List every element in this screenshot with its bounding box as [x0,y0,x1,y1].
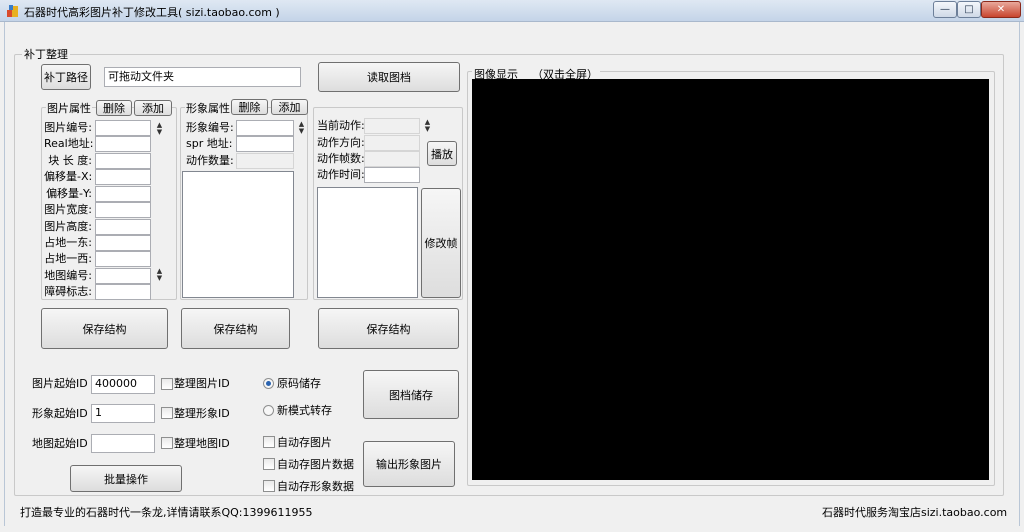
image-start-input[interactable]: 400000 [91,375,155,394]
batch-operation-button[interactable]: 批量操作 [70,465,182,492]
image-id-spinner[interactable]: ▲ ▼ [155,122,164,138]
map-start-input[interactable] [91,434,155,453]
title-bar: 石器时代高彩图片补丁修改工具( sizi.taobao.com ) — □ ✕ [0,0,1024,22]
image-props-label: 图片属性 [46,102,92,116]
image-field-label: 偏移量-X: [44,170,93,183]
edit-frame-button[interactable]: 修改帧 [421,188,461,298]
shape-listbox[interactable] [182,171,294,298]
image-field-input[interactable] [95,186,151,202]
shape-start-label: 形象起始ID [32,407,88,420]
image-field-label: 图片高度: [44,220,92,233]
sort-image-label: 整理图片ID [174,377,230,390]
save-action-struct-button[interactable]: 保存结构 [318,308,459,349]
sort-shape-checkbox[interactable] [161,407,173,419]
shape-add-button[interactable]: 添加 [271,99,308,115]
patch-path-button[interactable]: 补丁路径 [41,64,91,90]
save-archive-button[interactable]: 图档储存 [363,370,459,419]
window-title: 石器时代高彩图片补丁修改工具( sizi.taobao.com ) [24,6,280,19]
image-delete-button[interactable]: 删除 [96,100,132,116]
minimize-icon: — [940,4,950,15]
image-field-label: Real地址: [44,137,94,150]
shape-props-label: 形象属性 [185,102,231,116]
action-field-input[interactable] [364,151,420,167]
export-shape-button[interactable]: 输出形象图片 [363,441,455,487]
image-field-input[interactable] [95,120,151,136]
close-button[interactable]: ✕ [981,1,1021,18]
status-left-text: 打造最专业的石器时代一条龙,详情请联系QQ:1399611955 [20,506,313,519]
map-id-spinner[interactable]: ▲ ▼ [155,268,164,284]
auto-save-image-data-checkbox[interactable] [263,458,275,470]
image-field-input[interactable] [95,251,151,267]
map-start-label: 地图起始ID [32,437,88,450]
shape-delete-button[interactable]: 删除 [231,99,268,115]
original-save-label: 原码储存 [277,377,321,390]
save-shape-struct-button[interactable]: 保存结构 [181,308,290,349]
shape-start-input[interactable]: 1 [91,404,155,423]
image-field-input[interactable] [95,202,151,218]
maximize-icon: □ [964,4,974,15]
image-field-input[interactable] [95,284,151,300]
shape-field-input[interactable] [236,120,294,136]
image-field-label: 地图编号: [44,269,92,282]
action-field-input[interactable] [364,167,420,183]
image-field-label: 图片编号: [44,121,92,134]
image-field-label: 块 长 度: [48,154,92,167]
action-field-label: 动作帧数: [317,152,365,165]
auto-save-image-data-label: 自动存图片数据 [277,458,354,471]
image-field-input[interactable] [95,268,151,284]
minimize-button[interactable]: — [933,1,957,18]
sort-image-checkbox[interactable] [161,378,173,390]
action-field-label: 动作时间: [317,168,365,181]
action-field-label: 当前动作: [317,119,365,132]
shape-id-spinner[interactable]: ▲ ▼ [297,121,306,137]
auto-save-shape-data-label: 自动存形象数据 [277,480,354,493]
image-add-button[interactable]: 添加 [134,100,172,116]
image-field-input[interactable] [95,136,151,152]
image-field-input[interactable] [95,153,151,169]
action-spinner[interactable]: ▲ ▼ [423,119,432,135]
status-right-text: 石器时代服务淘宝店sizi.taobao.com [822,506,1008,519]
auto-save-image-label: 自动存图片 [277,436,332,449]
original-save-radio[interactable] [263,378,274,389]
frame-listbox[interactable] [317,187,418,298]
image-field-label: 占地一西: [44,252,92,265]
close-icon: ✕ [996,4,1006,15]
sort-map-checkbox[interactable] [161,437,173,449]
sort-shape-label: 整理形象ID [174,407,230,420]
shape-field-label: 形象编号: [186,121,234,134]
image-display-canvas[interactable] [472,79,989,480]
patch-path-input[interactable]: 可拖动文件夹 [104,67,301,87]
shape-field-label: 动作数量: [186,154,234,167]
new-mode-radio[interactable] [263,405,274,416]
maximize-button[interactable]: □ [957,1,981,18]
action-field-input[interactable] [364,118,420,134]
save-image-struct-button[interactable]: 保存结构 [41,308,168,349]
app-icon [7,5,18,17]
action-field-input[interactable] [364,135,420,151]
image-field-input[interactable] [95,219,151,235]
image-field-label: 偏移量-Y: [46,187,92,200]
image-field-input[interactable] [95,169,151,185]
auto-save-image-checkbox[interactable] [263,436,275,448]
new-mode-label: 新模式转存 [277,404,332,417]
patch-group-label: 补丁整理 [22,46,70,62]
sort-map-label: 整理地图ID [174,437,230,450]
image-field-input[interactable] [95,235,151,251]
auto-save-shape-data-checkbox[interactable] [263,480,275,492]
image-field-label: 图片宽度: [44,203,92,216]
read-archive-button[interactable]: 读取图档 [318,62,460,92]
action-field-label: 动作方向: [317,136,365,149]
shape-field-input[interactable] [236,153,294,169]
image-start-label: 图片起始ID [32,377,88,390]
image-field-label: 占地一东: [44,236,92,249]
play-button[interactable]: 播放 [427,141,457,166]
image-field-label: 障碍标志: [44,285,92,298]
shape-field-input[interactable] [236,136,294,152]
shape-field-label: spr 地址: [186,137,233,150]
